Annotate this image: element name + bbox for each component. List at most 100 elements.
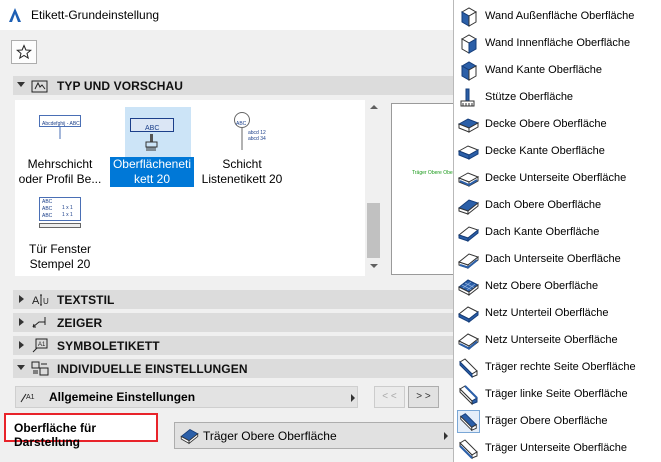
settings-page-select[interactable]: A1 Allgemeine Einstellungen	[15, 386, 358, 408]
roof-edge-surface-icon	[457, 226, 480, 243]
leader-line	[59, 127, 61, 139]
svg-text:A1: A1	[38, 342, 46, 348]
surface-menu: Wand Außenfläche Oberfläche Wand Innenfl…	[453, 0, 661, 462]
menu-item-traeger-rechte-seite[interactable]: Träger rechte Seite Oberfläche	[454, 354, 661, 381]
menu-item-label: Stütze Oberfläche	[485, 91, 574, 103]
archicad-icon	[9, 8, 21, 22]
gallery-item-label: Oberflächeneti	[112, 157, 192, 171]
menu-item-label: Decke Unterseite Oberfläche	[485, 172, 627, 184]
menu-item-label: Träger Obere Oberfläche	[485, 415, 608, 427]
menu-item-label: Netz Unterteil Oberfläche	[485, 307, 609, 319]
column-surface-icon	[460, 88, 475, 107]
prev-page-button[interactable]: < <	[374, 386, 405, 408]
surface-display-label-box: Oberfläche für Darstellung	[4, 413, 158, 449]
gallery-item-label: Listenetikett 20	[201, 172, 283, 186]
gallery-thumbnail: ABC	[234, 112, 250, 128]
scroll-down-icon[interactable]	[370, 264, 378, 268]
paint-brush-icon	[145, 134, 158, 151]
section-label: TYP UND VORSCHAU	[57, 79, 184, 93]
menu-item-label: Dach Kante Oberfläche	[485, 226, 600, 238]
gallery-item-label: Stempel 20	[29, 257, 91, 271]
mesh-bottom-surface-icon	[458, 333, 479, 351]
gallery-item-label: Schicht	[222, 157, 262, 171]
preview-pane: Träger Obere Oberfläche	[391, 103, 468, 275]
gallery-item-label: Tür Fenster	[28, 242, 91, 256]
section-label: TEXTSTIL	[57, 293, 115, 307]
settings-page-label: Allgemeine Einstellungen	[49, 390, 196, 404]
section-symboletikett[interactable]: A1 SYMBOLETIKETT	[13, 336, 453, 355]
menu-item-netz-obere[interactable]: Netz Obere Oberfläche	[454, 273, 661, 300]
menu-item-wand-kante[interactable]: Wand Kante Oberfläche	[454, 57, 661, 84]
gallery-item-oberflaechenetikett[interactable]: ABC Oberflächeneti kett 20	[108, 110, 196, 190]
menu-item-label: Netz Obere Oberfläche	[485, 280, 599, 292]
chevron-right-icon	[351, 394, 355, 402]
menu-item-dach-unterseite[interactable]: Dach Unterseite Oberfläche	[454, 246, 661, 273]
section-zeiger[interactable]: ZEIGER	[13, 313, 453, 332]
beam-left-side-surface-icon	[459, 385, 478, 406]
slab-edge-surface-icon	[457, 145, 480, 160]
gallery-thumbnail: ABC	[130, 118, 174, 132]
menu-item-traeger-unterseite[interactable]: Träger Unterseite Oberfläche	[454, 435, 661, 462]
menu-item-decke-obere[interactable]: Decke Obere Oberfläche	[454, 111, 661, 138]
menu-item-traeger-obere[interactable]: Träger Obere Oberfläche	[454, 408, 661, 435]
section-individuelle-einstellungen[interactable]: INDIVIDUELLE EINSTELLUNGEN	[13, 359, 453, 378]
expand-arrow-icon	[19, 318, 24, 326]
gallery-thumbnail: ABC ABC ABC 1 x 1 1 x 1	[39, 197, 81, 221]
surface-display-label: Oberfläche für Darstellung	[14, 421, 97, 449]
star-icon	[16, 44, 32, 60]
gallery-item-mehrschicht[interactable]: Abcdefghij - ABC Mehrschicht oder Profil…	[16, 110, 104, 190]
gallery-item-label: oder Profil Be...	[18, 172, 102, 186]
roof-bottom-surface-icon	[457, 253, 480, 270]
menu-item-wand-aussenflaeche[interactable]: Wand Außenfläche Oberfläche	[454, 3, 661, 30]
menu-item-dach-obere[interactable]: Dach Obere Oberfläche	[454, 192, 661, 219]
thumbnail-text: abcd 12 abcd 34	[248, 130, 266, 142]
scroll-up-icon[interactable]	[370, 105, 378, 109]
surface-select-value: Träger Obere Oberfläche	[203, 429, 337, 443]
menu-item-traeger-linke-seite[interactable]: Träger linke Seite Oberfläche	[454, 381, 661, 408]
menu-item-decke-unterseite[interactable]: Decke Unterseite Oberfläche	[454, 165, 661, 192]
label-settings-icon: A1	[20, 393, 35, 403]
menu-item-label: Wand Außenfläche Oberfläche	[485, 10, 635, 22]
menu-item-wand-innenflaeche[interactable]: Wand Innenfläche Oberfläche	[454, 30, 661, 57]
menu-item-label: Träger linke Seite Oberfläche	[485, 388, 628, 400]
wall-edge-surface-icon	[460, 61, 478, 81]
custom-settings-icon	[31, 361, 49, 376]
section-textstil[interactable]: A U TEXTSTIL	[13, 290, 453, 309]
beam-top-surface-icon	[457, 410, 480, 433]
scrollbar-thumb[interactable]	[367, 203, 380, 258]
text-style-icon: A U	[32, 294, 49, 307]
section-typ-und-vorschau[interactable]: TYP UND VORSCHAU	[13, 76, 453, 95]
menu-item-label: Träger rechte Seite Oberfläche	[485, 361, 636, 373]
wall-outer-surface-icon	[460, 7, 478, 27]
surface-select[interactable]: Träger Obere Oberfläche	[174, 422, 454, 449]
menu-item-dach-kante[interactable]: Dach Kante Oberfläche	[454, 219, 661, 246]
menu-item-label: Wand Innenfläche Oberfläche	[485, 37, 631, 49]
favorites-button[interactable]	[11, 40, 37, 64]
slab-top-surface-icon	[457, 118, 480, 133]
menu-item-decke-kante[interactable]: Decke Kante Oberfläche	[454, 138, 661, 165]
gallery-item-tuer-fenster-stempel[interactable]: ABC ABC ABC 1 x 1 1 x 1 Tür Fenster Stem…	[16, 195, 104, 275]
next-page-button[interactable]: > >	[408, 386, 439, 408]
gallery-scrollbar[interactable]	[365, 100, 382, 276]
mesh-top-surface-icon	[458, 279, 479, 297]
leader-line	[241, 128, 243, 150]
expand-arrow-icon	[19, 295, 24, 303]
mesh-skirt-surface-icon	[458, 306, 479, 324]
menu-item-stuetze[interactable]: Stütze Oberfläche	[454, 84, 661, 111]
wall-inner-surface-icon	[460, 34, 478, 54]
slab-bottom-surface-icon	[457, 172, 480, 187]
chevron-right-icon	[444, 432, 448, 440]
menu-item-netz-unterteil[interactable]: Netz Unterteil Oberfläche	[454, 300, 661, 327]
menu-item-label: Netz Unterseite Oberfläche	[485, 334, 618, 346]
beam-right-side-surface-icon	[459, 358, 478, 379]
menu-item-netz-unterseite[interactable]: Netz Unterseite Oberfläche	[454, 327, 661, 354]
pointer-icon	[32, 317, 46, 328]
menu-item-label: Dach Obere Oberfläche	[485, 199, 602, 211]
collapse-arrow-icon	[17, 365, 25, 370]
window-title: Etikett-Grundeinstellung	[31, 8, 160, 22]
collapse-arrow-icon	[17, 82, 25, 87]
gallery-item-schicht-listenetikett[interactable]: ABC abcd 12 abcd 34 Schicht Listenetiket…	[198, 110, 286, 190]
door-symbol	[39, 223, 81, 228]
label-type-icon	[31, 80, 48, 93]
gallery-thumbnail: Abcdefghij - ABC	[39, 115, 81, 127]
